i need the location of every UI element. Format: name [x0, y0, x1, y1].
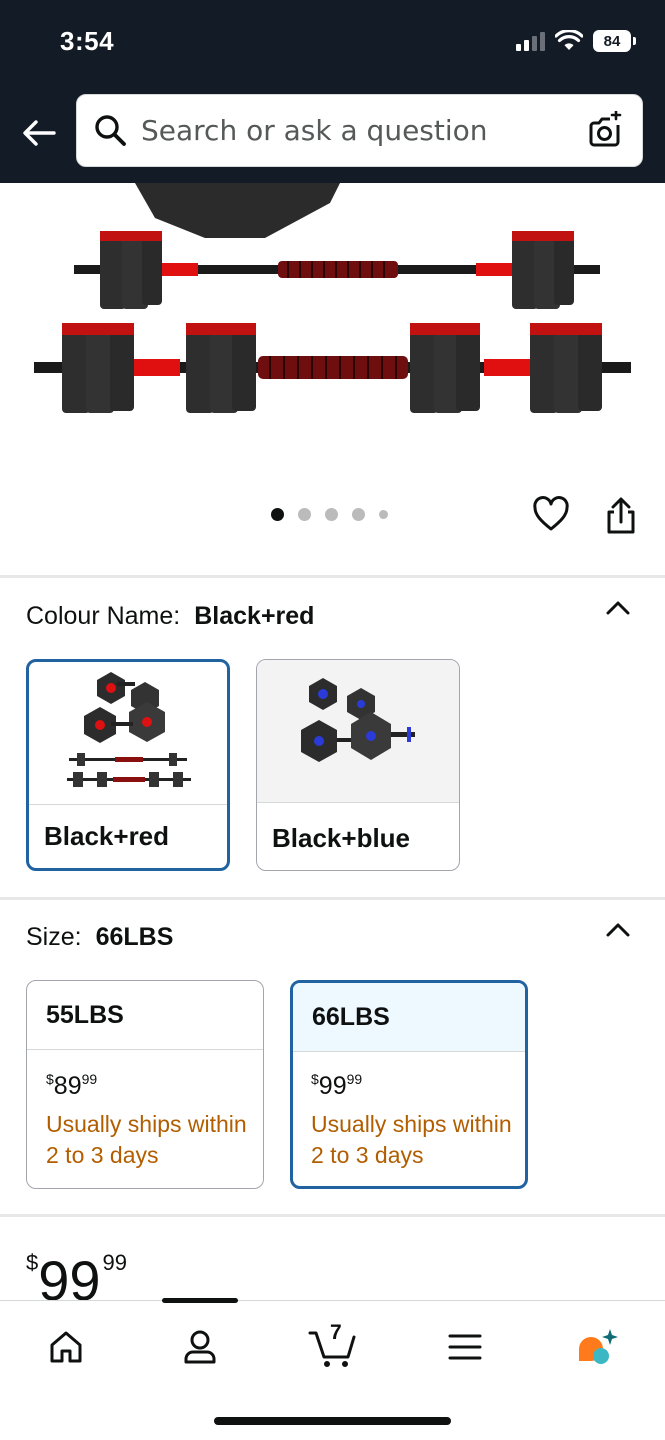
- swatch-image: [257, 660, 459, 803]
- section-divider: [0, 1214, 665, 1217]
- nav-account[interactable]: [176, 1323, 224, 1371]
- app-header: 3:54 84: [0, 0, 665, 183]
- nav-rufus[interactable]: [574, 1323, 622, 1371]
- home-indicator: [214, 1417, 451, 1425]
- share-icon: [607, 497, 635, 534]
- carousel-dot[interactable]: [271, 508, 284, 521]
- account-icon: [184, 1330, 216, 1364]
- back-arrow-icon: [23, 120, 56, 146]
- cellular-signal-icon: [516, 31, 545, 51]
- colour-selected-value: Black+red: [194, 602, 315, 630]
- cart-count-badge: 7: [330, 1321, 342, 1344]
- back-button[interactable]: [20, 114, 58, 152]
- product-photo: [34, 183, 631, 413]
- nav-home[interactable]: [42, 1323, 90, 1371]
- menu-icon: [448, 1334, 482, 1360]
- black-blue-dumbbell-thumbnail: [301, 678, 415, 762]
- colour-option-black-red[interactable]: Black+red: [26, 659, 230, 871]
- size-selected-value: 66LBS: [95, 923, 174, 951]
- carousel-dot[interactable]: [379, 510, 388, 519]
- search-input[interactable]: [141, 95, 571, 166]
- camera-search-icon[interactable]: [588, 111, 628, 151]
- search-bar[interactable]: [76, 94, 643, 167]
- search-icon: [95, 115, 126, 146]
- home-icon: [50, 1331, 82, 1363]
- size-option-55lbs[interactable]: 55LBS $8999 Usually ships within 2 to 3 …: [26, 980, 264, 1189]
- status-time: 3:54: [60, 26, 115, 56]
- size-option-shipping: Usually ships within 2 to 3 days: [46, 1111, 247, 1168]
- nav-active-indicator: [162, 1298, 238, 1303]
- carousel-dots[interactable]: [271, 508, 388, 521]
- colour-label: Colour Name:: [26, 602, 181, 630]
- colour-option-black-blue[interactable]: Black+blue: [256, 659, 460, 871]
- wifi-icon: [555, 30, 583, 50]
- size-option-label: 66LBS: [293, 983, 525, 1052]
- size-option-price: $8999: [46, 1071, 98, 1100]
- size-section-header[interactable]: Size: 66LBS: [26, 923, 173, 952]
- carousel-dot[interactable]: [298, 508, 311, 521]
- status-indicators: 84: [516, 30, 636, 52]
- carousel-dot[interactable]: [352, 508, 365, 521]
- rufus-ai-icon: [579, 1329, 618, 1364]
- product-image[interactable]: [0, 183, 665, 473]
- wishlist-button[interactable]: [532, 496, 570, 537]
- nav-cart[interactable]: 7: [306, 1321, 360, 1371]
- swatch-image: [29, 662, 227, 805]
- nav-menu[interactable]: [441, 1323, 489, 1371]
- colour-option-label: Black+red: [44, 821, 170, 851]
- colour-section-header[interactable]: Colour Name: Black+red: [26, 602, 314, 631]
- size-option-shipping: Usually ships within 2 to 3 days: [311, 1111, 512, 1168]
- colour-option-label: Black+blue: [272, 823, 411, 853]
- size-option-label: 55LBS: [27, 981, 263, 1050]
- size-option-price: $9999: [311, 1071, 363, 1100]
- size-option-66lbs[interactable]: 66LBS $9999 Usually ships within 2 to 3 …: [290, 980, 528, 1189]
- bottom-nav: 7: [0, 1298, 665, 1440]
- size-label: Size:: [26, 923, 82, 951]
- chevron-up-icon[interactable]: [605, 598, 631, 616]
- carousel-dot[interactable]: [325, 508, 338, 521]
- black-red-dumbbell-thumbnail: [67, 672, 191, 787]
- chevron-up-icon[interactable]: [605, 920, 631, 938]
- battery-icon: 84: [593, 30, 636, 52]
- share-button[interactable]: [604, 496, 638, 541]
- heart-icon: [533, 496, 569, 531]
- section-divider: [0, 897, 665, 900]
- section-divider: [0, 575, 665, 578]
